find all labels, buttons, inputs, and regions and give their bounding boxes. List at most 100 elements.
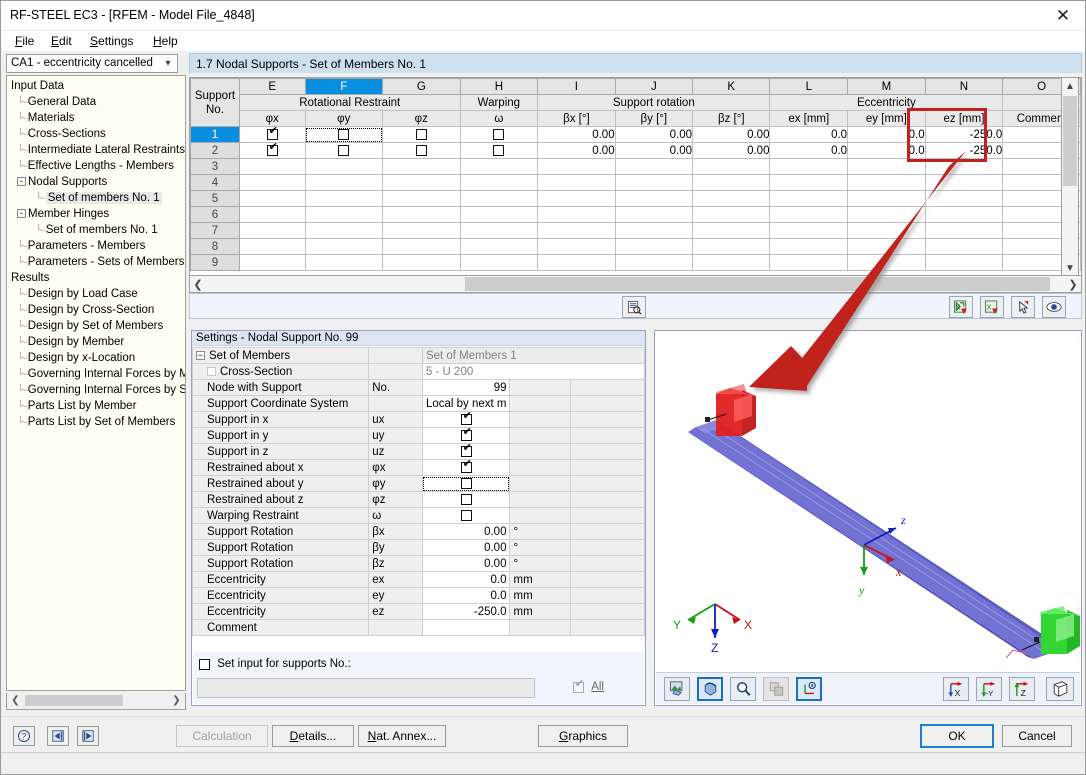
cell-value[interactable] — [239, 159, 305, 175]
checkbox-unchecked[interactable] — [461, 494, 472, 505]
column-header-I[interactable]: I — [538, 79, 615, 95]
cell-value[interactable]: 0.00 — [693, 127, 770, 143]
cell-value[interactable] — [460, 223, 538, 239]
table-row[interactable]: 10.000.000.000.00.0-250.0 — [191, 127, 1081, 143]
checkbox-checked[interactable] — [267, 129, 278, 140]
column-header-N[interactable]: N — [925, 79, 1003, 95]
tree-item-effective-lengths-members[interactable]: └··Effective Lengths - Members — [7, 158, 185, 174]
table-row[interactable]: 8 — [191, 239, 1081, 255]
column-header-L[interactable]: L — [770, 79, 848, 95]
tree-expander-icon[interactable]: - — [17, 209, 26, 218]
isometric-view-icon[interactable] — [1046, 677, 1074, 701]
cell-value[interactable]: 0.00 — [693, 143, 770, 159]
tree-horizontal-scrollbar[interactable]: ❮ ❯ — [6, 693, 186, 710]
cell-value[interactable] — [770, 191, 848, 207]
cell-value[interactable] — [538, 207, 615, 223]
cell-value[interactable] — [538, 191, 615, 207]
cell-value[interactable] — [383, 223, 461, 239]
help-icon[interactable]: ? — [13, 726, 35, 746]
menu-item-edit[interactable]: Edit — [45, 33, 78, 50]
cell-value[interactable] — [460, 175, 538, 191]
cell-value[interactable] — [925, 159, 1003, 175]
cell-value[interactable]: 0.00 — [538, 143, 615, 159]
cell-value[interactable] — [538, 159, 615, 175]
settings-value-checkbox[interactable] — [422, 444, 510, 460]
tree-item-governing-internal-forces-by-m[interactable]: └··Governing Internal Forces by M — [7, 366, 185, 382]
settings-row[interactable]: −Set of MembersSet of Members 1 — [193, 348, 645, 364]
all-checkbox-row[interactable]: All — [573, 681, 604, 693]
cell-value[interactable] — [305, 255, 383, 271]
view-x-icon[interactable]: X — [943, 677, 969, 701]
cell-value[interactable] — [848, 239, 926, 255]
settings-row[interactable]: Support in xux — [193, 412, 645, 428]
settings-value[interactable]: 0.00 — [422, 524, 510, 540]
cell-value[interactable] — [615, 223, 692, 239]
cell-value[interactable] — [383, 255, 461, 271]
all-checkbox[interactable] — [573, 682, 584, 693]
cell-value[interactable] — [770, 255, 848, 271]
column-header-F[interactable]: F — [305, 79, 383, 95]
cell-checkbox[interactable] — [305, 143, 383, 159]
scroll-down-icon[interactable]: ▼ — [1062, 260, 1078, 276]
cell-value[interactable] — [925, 191, 1003, 207]
load-case-dropdown[interactable]: CA1 - eccentricity cancelled ▾ — [6, 54, 178, 73]
supports-number-input[interactable] — [197, 678, 535, 698]
checkbox-unchecked[interactable] — [416, 129, 427, 140]
cell-value[interactable] — [460, 207, 538, 223]
table-row[interactable]: 9 — [191, 255, 1081, 271]
cell-value[interactable] — [848, 255, 926, 271]
import-table-icon[interactable]: X — [949, 296, 973, 318]
cell-value[interactable] — [460, 159, 538, 175]
cell-value[interactable] — [538, 223, 615, 239]
cell-checkbox[interactable] — [383, 143, 461, 159]
cell-value[interactable] — [925, 223, 1003, 239]
tree-expander-icon[interactable]: - — [17, 177, 26, 186]
navigation-tree[interactable]: Input Data└··General Data└··Materials└··… — [6, 75, 186, 691]
cell-value[interactable] — [615, 207, 692, 223]
view-details-icon[interactable] — [622, 296, 646, 318]
cell-value[interactable] — [693, 223, 770, 239]
cell-value[interactable] — [460, 239, 538, 255]
settings-value-checkbox[interactable] — [422, 508, 510, 524]
cell-value[interactable] — [239, 175, 305, 191]
tree-item-results[interactable]: Results — [7, 270, 185, 286]
cell-value[interactable]: 0.00 — [615, 143, 692, 159]
cell-checkbox[interactable] — [239, 143, 305, 159]
cell-value[interactable] — [848, 223, 926, 239]
cell-value[interactable] — [770, 159, 848, 175]
settings-row[interactable]: Cross-Section5 - U 200 — [193, 364, 645, 380]
cell-value[interactable] — [305, 223, 383, 239]
column-header-E[interactable]: E — [239, 79, 305, 95]
column-header-J[interactable]: J — [615, 79, 692, 95]
settings-row[interactable]: Eccentricityey0.0mm — [193, 588, 645, 604]
checkbox-checked[interactable] — [461, 446, 472, 457]
cell-value[interactable] — [770, 207, 848, 223]
nat-annex-button[interactable]: Nat. Annex... — [358, 725, 446, 747]
settings-value[interactable] — [422, 620, 510, 636]
cell-value[interactable] — [538, 239, 615, 255]
cell-value[interactable] — [239, 207, 305, 223]
settings-value-checkbox[interactable] — [422, 460, 510, 476]
cell-value[interactable] — [693, 255, 770, 271]
tree-item-cross-sections[interactable]: └··Cross-Sections — [7, 126, 185, 142]
cell-value[interactable] — [239, 191, 305, 207]
settings-row[interactable]: Eccentricityez-250.0mm — [193, 604, 645, 620]
checkbox-unchecked[interactable] — [493, 145, 504, 156]
settings-row[interactable]: Restrained about xφx — [193, 460, 645, 476]
cell-value[interactable]: 0.0 — [770, 143, 848, 159]
tree-item-design-by-x-location[interactable]: └··Design by x-Location — [7, 350, 185, 366]
next-module-icon[interactable] — [77, 726, 99, 746]
settings-value[interactable]: Local by next m — [422, 396, 510, 412]
cell-value[interactable] — [239, 239, 305, 255]
row-header[interactable]: 4 — [191, 175, 240, 191]
cell-value[interactable] — [383, 175, 461, 191]
cell-value[interactable] — [693, 159, 770, 175]
checkbox-unchecked[interactable] — [461, 510, 472, 521]
cell-value[interactable] — [615, 191, 692, 207]
tree-item-intermediate-lateral-restraints[interactable]: └··Intermediate Lateral Restraints — [7, 142, 185, 158]
cell-value[interactable] — [925, 239, 1003, 255]
zoom-icon[interactable] — [730, 677, 756, 701]
cell-value[interactable] — [615, 239, 692, 255]
set-input-row[interactable]: Set input for supports No.: — [199, 658, 351, 670]
tree-item-member-hinges[interactable]: -Member Hinges — [7, 206, 185, 222]
